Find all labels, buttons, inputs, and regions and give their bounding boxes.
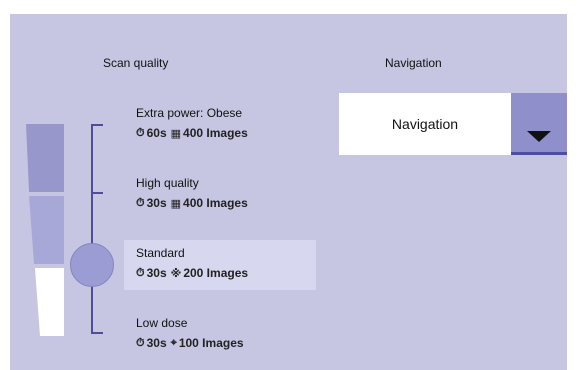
option-details: ⏱ 60s ▦ 400 Images (136, 126, 252, 140)
image-grid-dense-icon: ▦ (170, 197, 182, 210)
option-images: 200 Images (183, 266, 249, 280)
navigation-dropdown-button[interactable] (511, 93, 567, 155)
chevron-down-icon (527, 131, 551, 142)
option-details: ⏱ 30s ▦ 400 Images (136, 196, 252, 210)
scan-option-standard[interactable]: Standard ⏱ 30s ※ 200 Images (124, 240, 316, 290)
level-tick (91, 332, 103, 334)
level-tick (91, 124, 103, 126)
navigation-dropdown[interactable]: Navigation (339, 93, 567, 155)
option-name: Standard (136, 246, 185, 260)
navigation-title: Navigation (385, 56, 442, 70)
option-details: ⏱ 30s ※ 200 Images (136, 266, 252, 280)
option-time: 60s (146, 126, 167, 140)
option-name: Low dose (136, 316, 188, 330)
quality-wedge-graphic (26, 124, 64, 336)
image-grid-medium-icon: ※ (170, 267, 182, 280)
level-slider-handle[interactable] (70, 243, 114, 287)
timer-icon: ⏱ (136, 336, 145, 349)
scan-option-low-dose[interactable]: Low dose ⏱ 30s ⌖ 100 Images (124, 310, 316, 360)
option-details: ⏱ 30s ⌖ 100 Images (136, 336, 248, 350)
option-images: 400 Images (183, 196, 248, 210)
option-time: 30s (146, 196, 167, 210)
option-images: 100 Images (178, 336, 244, 350)
scan-option-extra-power[interactable]: Extra power: Obese ⏱ 60s ▦ 400 Images (124, 100, 316, 150)
timer-icon: ⏱ (136, 126, 145, 139)
scan-quality-title: Scan quality (103, 56, 169, 70)
option-images: 400 Images (183, 126, 248, 140)
wedge-segment-low (35, 268, 64, 336)
option-time: 30s (146, 266, 167, 280)
timer-icon: ⏱ (136, 196, 145, 209)
scan-option-high-quality[interactable]: High quality ⏱ 30s ▦ 400 Images (124, 170, 316, 220)
option-name: High quality (136, 176, 199, 190)
wedge-segment-mid (29, 196, 64, 264)
option-name: Extra power: Obese (136, 106, 243, 120)
level-scale-line (91, 124, 93, 334)
level-tick (91, 192, 103, 194)
scan-settings-panel: Scan quality Navigation Extra power: Obe… (10, 14, 567, 370)
navigation-selected-value[interactable]: Navigation (339, 93, 511, 155)
option-time: 30s (146, 336, 167, 350)
timer-icon: ⏱ (136, 266, 145, 279)
image-grid-dense-icon: ▦ (170, 127, 182, 140)
image-grid-sparse-icon: ⌖ (170, 336, 177, 349)
wedge-segment-high (26, 124, 64, 192)
